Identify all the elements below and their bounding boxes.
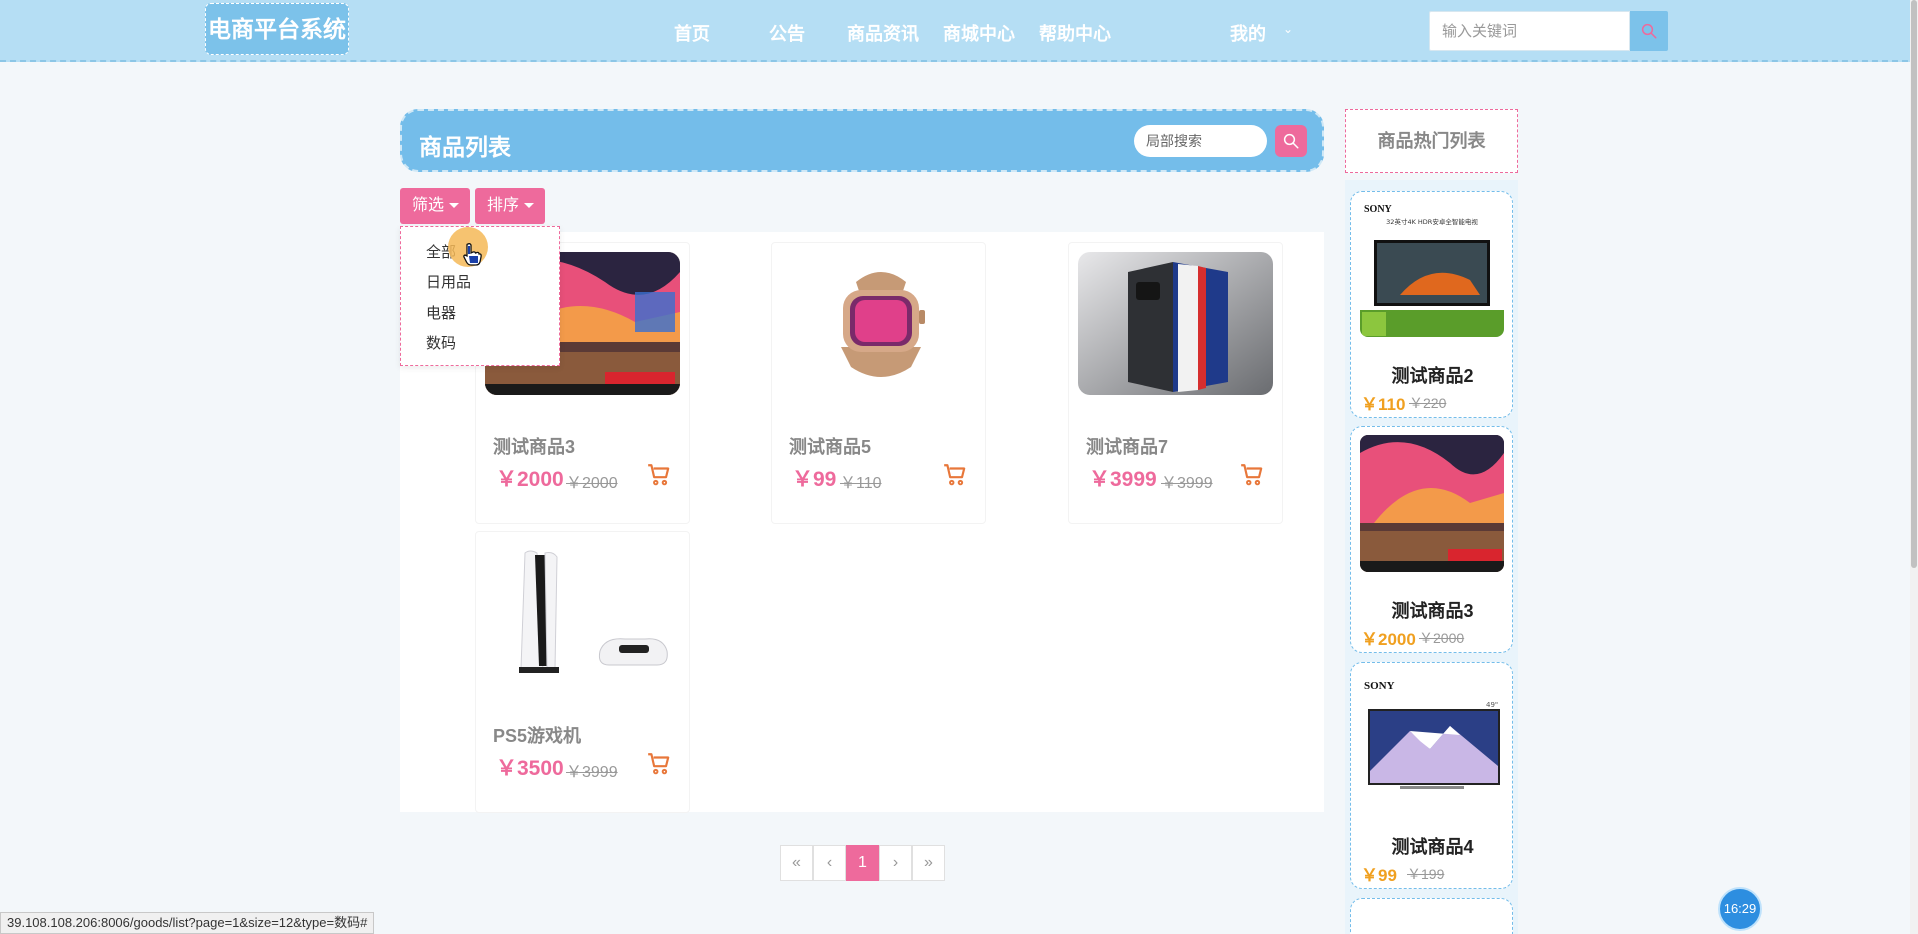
tv-banner-text: 32英寸4K HDR安卓全智能电视 bbox=[1386, 217, 1478, 226]
product-image-ps5[interactable] bbox=[485, 541, 680, 684]
caret-down-icon bbox=[524, 203, 535, 209]
product-name[interactable]: 测试商品3 bbox=[493, 433, 575, 459]
sort-button[interactable]: 排序 bbox=[475, 188, 545, 224]
hot-product-old-price: ￥199 bbox=[1407, 866, 1445, 882]
status-url: 39.108.108.206:8006/goods/list?page=1&si… bbox=[0, 912, 375, 934]
product-price: ￥3500 bbox=[496, 757, 564, 780]
hot-product-name[interactable]: 测试商品4 bbox=[1351, 833, 1514, 859]
product-price: ￥99 bbox=[792, 468, 837, 491]
product-old-price: ￥3999 bbox=[566, 764, 618, 781]
dropdown-item-daily[interactable]: 日用品 bbox=[426, 271, 471, 292]
nav-announcement[interactable]: 公告 bbox=[769, 20, 805, 46]
local-search-button[interactable] bbox=[1275, 125, 1307, 157]
hot-product-price: ￥2000 bbox=[1361, 630, 1416, 649]
product-name[interactable]: PS5游戏机 bbox=[493, 722, 581, 748]
product-price: ￥2000 bbox=[496, 468, 564, 491]
filter-button[interactable]: 筛选 bbox=[400, 188, 470, 224]
hot-product-card[interactable]: 测试商品3 ￥2000 ￥2000 bbox=[1350, 426, 1513, 653]
hot-product-old-price: ￥220 bbox=[1409, 395, 1447, 411]
product-old-price: ￥110 bbox=[840, 475, 882, 492]
product-image-smartwatch[interactable] bbox=[781, 252, 976, 395]
scrollbar-thumb[interactable] bbox=[1911, 0, 1917, 568]
product-list-header: 商品列表 bbox=[400, 109, 1324, 172]
product-card[interactable]: 测试商品5 ￥99 ￥110 bbox=[771, 242, 986, 524]
top-search-input[interactable] bbox=[1429, 11, 1630, 51]
local-search-input[interactable] bbox=[1134, 125, 1267, 157]
cart-icon[interactable] bbox=[646, 751, 672, 777]
pagination-first[interactable]: « bbox=[780, 845, 813, 881]
hot-product-image-sony-tv[interactable]: SONY 32英寸4K HDR安卓全智能电视 bbox=[1360, 200, 1504, 337]
nav-help-center[interactable]: 帮助中心 bbox=[1039, 20, 1111, 46]
hot-product-card[interactable] bbox=[1350, 898, 1513, 934]
nav-my-account[interactable]: 我的 bbox=[1230, 20, 1266, 46]
brand-logo: SONY bbox=[1364, 680, 1395, 692]
site-logo[interactable]: 电商平台系统 bbox=[205, 3, 349, 55]
hot-product-image-sony-tv-mountain[interactable]: SONY 49" bbox=[1360, 671, 1504, 808]
page-title: 商品列表 bbox=[419, 134, 511, 160]
hot-product-price: ￥110 bbox=[1361, 395, 1406, 414]
dropdown-item-digital[interactable]: 数码 bbox=[426, 332, 456, 353]
hot-product-name[interactable]: 测试商品2 bbox=[1351, 362, 1514, 388]
hot-product-card[interactable]: SONY 32英寸4K HDR安卓全智能电视 测试商品2 ￥110 ￥220 bbox=[1350, 191, 1513, 418]
cart-icon[interactable] bbox=[942, 462, 968, 488]
cart-icon[interactable] bbox=[1239, 462, 1265, 488]
hot-list-title: 商品热门列表 bbox=[1345, 109, 1518, 173]
search-icon bbox=[1283, 133, 1299, 149]
pagination-next[interactable]: › bbox=[879, 845, 912, 881]
filter-label: 筛选 bbox=[412, 197, 445, 214]
clock-badge[interactable]: 16:29 bbox=[1718, 887, 1762, 931]
pagination-page-1[interactable]: 1 bbox=[846, 845, 879, 881]
top-header: 电商平台系统 首页 公告 商品资讯 商城中心 帮助中心 我的 ⌄ bbox=[0, 0, 1918, 62]
sort-label: 排序 bbox=[487, 197, 520, 214]
product-old-price: ￥2000 bbox=[566, 475, 618, 492]
nav-home[interactable]: 首页 bbox=[674, 20, 710, 46]
product-card[interactable]: PS5游戏机 ￥3500 ￥3999 bbox=[475, 531, 690, 813]
product-name[interactable]: 测试商品7 bbox=[1086, 433, 1168, 459]
product-price: ￥3999 bbox=[1089, 468, 1157, 491]
search-icon bbox=[1641, 23, 1657, 39]
hot-product-name[interactable]: 测试商品3 bbox=[1351, 597, 1514, 623]
pagination-last[interactable]: » bbox=[912, 845, 945, 881]
nav-product-news[interactable]: 商品资讯 bbox=[847, 20, 919, 46]
hot-product-old-price: ￥2000 bbox=[1419, 630, 1465, 646]
product-card[interactable]: 测试商品7 ￥3999 ￥3999 bbox=[1068, 242, 1283, 524]
hot-product-image-mac-desktop[interactable] bbox=[1360, 435, 1504, 572]
product-old-price: ￥3999 bbox=[1161, 475, 1213, 492]
nav-mall-center[interactable]: 商城中心 bbox=[943, 20, 1015, 46]
product-image-phone[interactable] bbox=[1078, 252, 1273, 395]
hot-product-price: ￥99 bbox=[1361, 866, 1397, 885]
dropdown-item-appliance[interactable]: 电器 bbox=[426, 302, 456, 323]
top-search-button[interactable] bbox=[1630, 11, 1668, 51]
pagination-prev[interactable]: ‹ bbox=[813, 845, 846, 881]
caret-down-icon bbox=[449, 203, 460, 209]
tv-size-label: 49" bbox=[1486, 701, 1498, 709]
cart-icon[interactable] bbox=[646, 462, 672, 488]
product-name[interactable]: 测试商品5 bbox=[789, 433, 871, 459]
hot-product-card[interactable]: SONY 49" 测试商品4 ￥99 ￥199 bbox=[1350, 662, 1513, 889]
hand-cursor-icon bbox=[463, 243, 482, 266]
chevron-down-icon[interactable]: ⌄ bbox=[1283, 22, 1293, 36]
brand-logo: SONY bbox=[1364, 204, 1393, 215]
